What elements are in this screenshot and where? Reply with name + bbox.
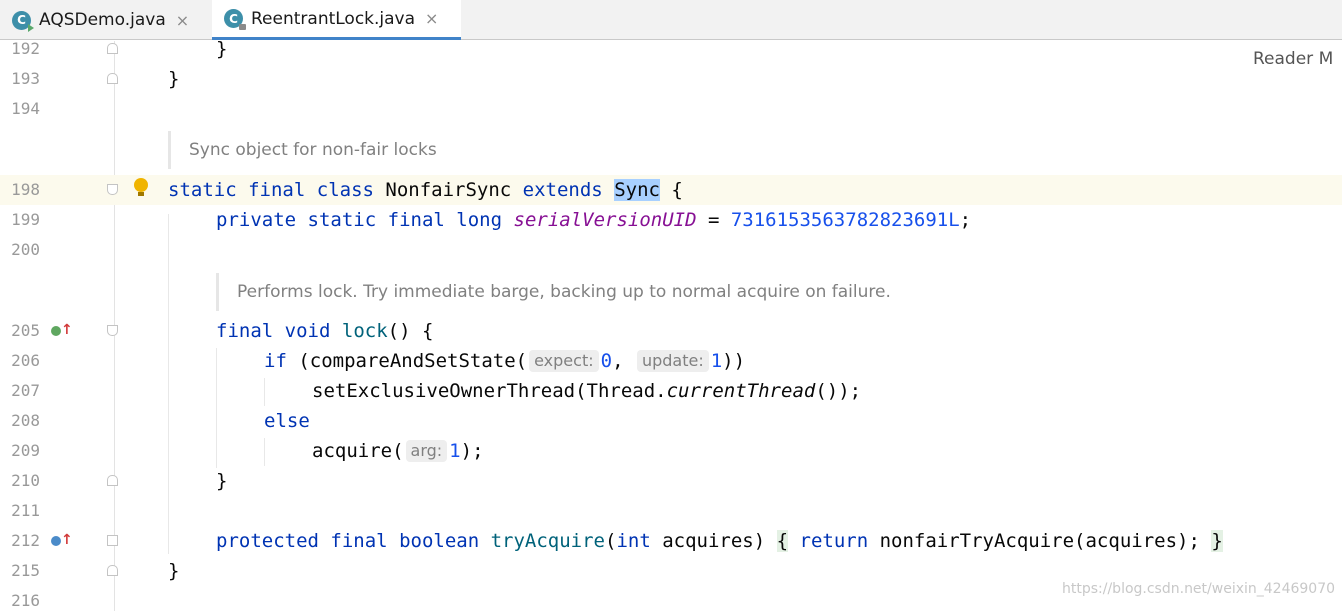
line-number: 209 [11, 441, 40, 460]
line-number: 210 [11, 471, 40, 490]
indent-guide [168, 214, 169, 554]
code-text[interactable]: } [216, 466, 227, 496]
line-number: 207 [11, 381, 40, 400]
code-text[interactable]: } [168, 556, 179, 586]
line-number: 205 [11, 321, 40, 340]
java-class-icon: C [224, 9, 246, 30]
line-number: 215 [11, 561, 40, 580]
code-text[interactable]: protected final boolean tryAcquire(int a… [216, 526, 1223, 556]
code-line[interactable]: 200 [0, 235, 1342, 265]
line-number: 194 [11, 99, 40, 118]
indent-guide [264, 378, 265, 406]
code-text[interactable]: setExclusiveOwnerThread(Thread.currentTh… [312, 376, 861, 406]
indent-guide [216, 348, 217, 468]
fold-marker-icon[interactable] [107, 73, 118, 84]
indent-guide [264, 438, 265, 466]
fold-marker-icon[interactable] [107, 184, 118, 195]
close-icon[interactable]: × [176, 11, 189, 30]
fold-marker-icon[interactable] [107, 475, 118, 486]
java-class-icon: C [12, 10, 34, 32]
overriding-method-icon[interactable] [51, 536, 61, 546]
line-number: 206 [11, 351, 40, 370]
code-line[interactable]: 199 private static final long serialVers… [0, 205, 1342, 235]
code-text[interactable]: if (compareAndSetState(expect: 0, update:… [264, 346, 745, 376]
fold-marker-icon[interactable] [107, 325, 118, 336]
line-number: 212 [11, 531, 40, 550]
code-line[interactable]: 210 } [0, 466, 1342, 496]
code-line[interactable]: 205 ↑ final void lock() { [0, 316, 1342, 346]
line-number: 193 [11, 69, 40, 88]
reader-mode-toggle[interactable]: Reader M [1253, 49, 1333, 69]
fold-marker-icon[interactable] [107, 565, 118, 576]
code-line[interactable]: 194 [0, 94, 1342, 124]
override-arrow-icon[interactable]: ↑ [61, 323, 73, 337]
code-line-current[interactable]: 198 static final class NonfairSync exten… [0, 175, 1342, 205]
line-number: 216 [11, 591, 40, 610]
code-text[interactable]: final void lock() { [216, 316, 433, 346]
code-line[interactable]: 208 else [0, 406, 1342, 436]
line-number: 192 [11, 39, 40, 58]
code-line[interactable]: 193 } [0, 64, 1342, 94]
close-icon[interactable]: × [425, 9, 438, 28]
tab-label: ReentrantLock.java [251, 8, 416, 29]
param-hint: expect: [529, 350, 599, 372]
watermark: https://blog.csdn.net/weixin_42469070 [1062, 581, 1336, 597]
line-number: 208 [11, 411, 40, 430]
code-line[interactable]: 212 ↑ protected final boolean tryAcquire… [0, 526, 1342, 556]
code-line[interactable]: 211 [0, 496, 1342, 526]
code-text[interactable]: } [168, 64, 179, 94]
code-text[interactable]: private static final long serialVersionU… [216, 205, 971, 235]
implementing-method-icon[interactable] [51, 326, 61, 336]
code-line[interactable]: 209 acquire(arg: 1); [0, 436, 1342, 466]
code-line[interactable]: 192 } [0, 34, 1342, 64]
code-text[interactable]: static final class NonfairSync extends S… [168, 175, 683, 205]
fold-marker-icon[interactable] [107, 535, 118, 546]
line-number: 198 [11, 180, 40, 199]
line-number: 199 [11, 210, 40, 229]
code-line[interactable]: 206 if (compareAndSetState(expect: 0, upd… [0, 346, 1342, 376]
code-line[interactable]: 207 setExclusiveOwnerThread(Thread.curre… [0, 376, 1342, 406]
line-number: 200 [11, 240, 40, 259]
code-text[interactable]: else [264, 406, 310, 436]
param-hint: arg: [405, 440, 448, 462]
selected-identifier: Sync [614, 179, 660, 201]
tab-label: AQSDemo.java [39, 10, 166, 30]
doc-comment: Performs lock. Try immediate barge, back… [216, 273, 891, 311]
code-text[interactable]: } [216, 34, 227, 64]
code-text[interactable]: acquire(arg: 1); [312, 436, 484, 466]
fold-marker-icon[interactable] [107, 43, 118, 54]
lightbulb-icon[interactable] [134, 178, 148, 196]
line-number: 211 [11, 501, 40, 520]
doc-comment: Sync object for non-fair locks [168, 131, 437, 169]
override-arrow-icon[interactable]: ↑ [61, 533, 73, 547]
param-hint: update: [636, 350, 709, 372]
